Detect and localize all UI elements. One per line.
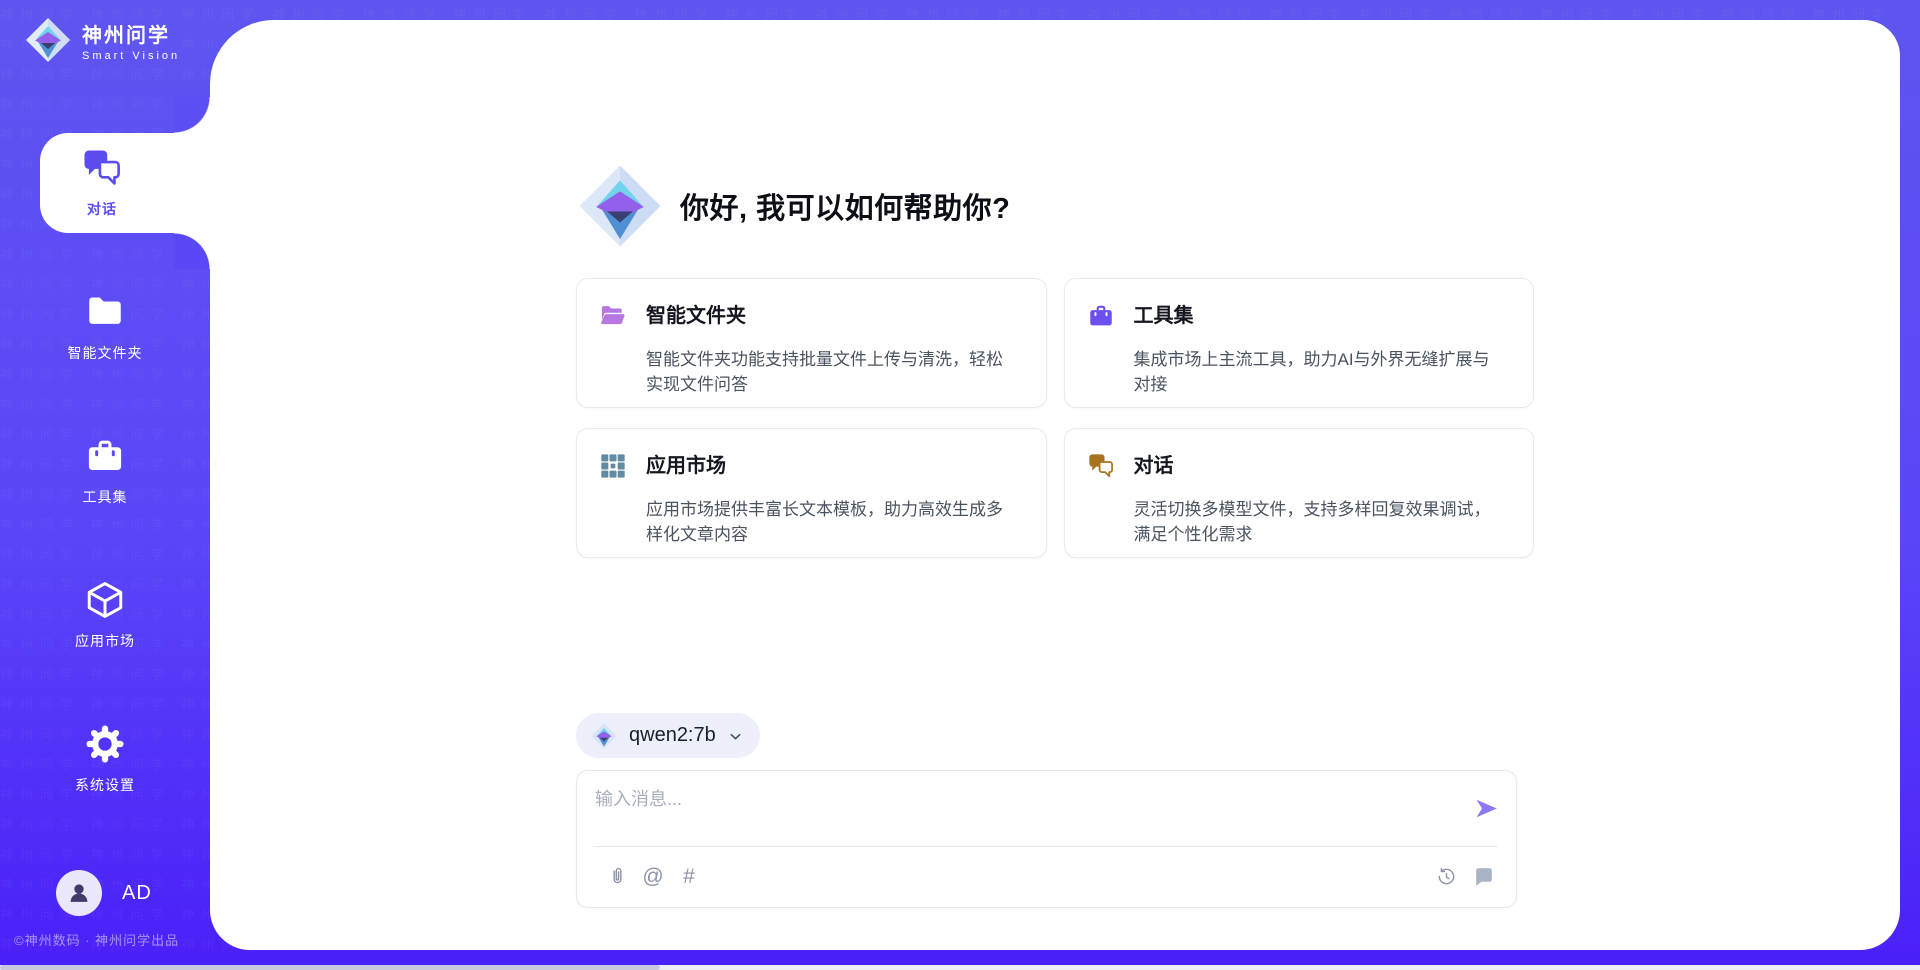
card-title: 智能文件夹 <box>646 303 1024 340</box>
feature-cards: 智能文件夹 智能文件夹功能支持批量文件上传与清洗，轻松实现文件问答 工具集 集成… <box>576 278 1534 558</box>
user-name: AD <box>122 882 152 905</box>
sidebar-item-label: 系统设置 <box>75 775 135 795</box>
brand-subtitle: Smart Vision <box>82 50 180 62</box>
card-app-market[interactable]: 应用市场 应用市场提供丰富长文本模板，助力高效生成多样化文章内容 <box>576 428 1047 558</box>
horizontal-scrollbar-thumb[interactable] <box>0 965 660 970</box>
mention-icon: @ <box>642 866 663 887</box>
sidebar-item-toolset[interactable]: 工具集 <box>0 421 210 521</box>
card-title: 应用市场 <box>646 453 1024 490</box>
user-account-button[interactable]: AD <box>56 870 152 916</box>
chat-bubbles-icon <box>1087 452 1115 480</box>
history-icon <box>1436 866 1457 887</box>
sidebar-item-chat[interactable]: 对话 <box>40 133 210 233</box>
chat-bubbles-icon <box>81 147 123 189</box>
greeting-block: 你好, 我可以如何帮助你? <box>576 162 1534 250</box>
brand-diamond-icon <box>576 162 664 250</box>
sidebar: 神州问学 Smart Vision 对话 智能文件夹 <box>0 0 210 970</box>
card-chat[interactable]: 对话 灵活切换多模型文件，支持多样回复效果调试，满足个性化需求 <box>1064 428 1535 558</box>
folder-icon <box>84 291 126 333</box>
sidebar-item-app-market[interactable]: 应用市场 <box>0 565 210 665</box>
quick-phrase-icon <box>1472 865 1496 889</box>
avatar <box>56 870 102 916</box>
send-button[interactable] <box>1473 795 1500 822</box>
cube-icon <box>84 579 126 621</box>
message-input[interactable] <box>595 785 1435 837</box>
horizontal-scrollbar <box>0 965 1920 970</box>
brand-diamond-icon <box>24 16 72 64</box>
quick-phrase-button[interactable] <box>1472 865 1496 889</box>
card-description: 智能文件夹功能支持批量文件上传与清洗，轻松实现文件问答 <box>646 347 1024 407</box>
briefcase-icon <box>84 435 126 477</box>
history-button[interactable] <box>1434 865 1458 889</box>
card-toolset[interactable]: 工具集 集成市场上主流工具，助力AI与外界无缝扩展与对接 <box>1064 278 1535 408</box>
greeting-title: 你好, 我可以如何帮助你? <box>680 185 1010 227</box>
card-description: 应用市场提供丰富长文本模板，助力高效生成多样化文章内容 <box>646 497 1024 557</box>
grid-cube-icon <box>599 452 627 480</box>
folder-open-icon <box>599 302 627 330</box>
hash-icon: # <box>683 866 695 887</box>
attachment-button[interactable] <box>605 865 629 889</box>
mention-button[interactable]: @ <box>641 865 665 889</box>
sidebar-item-label: 智能文件夹 <box>68 343 143 363</box>
send-icon <box>1473 795 1500 822</box>
brand-name: 神州问学 <box>82 19 180 48</box>
model-name: qwen2:7b <box>629 724 716 747</box>
sidebar-item-label: 对话 <box>87 199 117 219</box>
message-composer: @ # <box>576 770 1517 908</box>
chevron-down-icon <box>727 726 744 745</box>
person-icon <box>65 879 93 907</box>
sidebar-item-system-settings[interactable]: 系统设置 <box>0 709 210 809</box>
card-smart-folder[interactable]: 智能文件夹 智能文件夹功能支持批量文件上传与清洗，轻松实现文件问答 <box>576 278 1047 408</box>
card-description: 灵活切换多模型文件，支持多样回复效果调试，满足个性化需求 <box>1134 497 1512 557</box>
copyright-text: ©神州数码 · 神州问学出品 <box>14 930 179 949</box>
brand-diamond-icon <box>590 722 618 750</box>
sidebar-item-smart-folder[interactable]: 智能文件夹 <box>0 277 210 377</box>
briefcase-icon <box>1087 302 1115 330</box>
hashtag-button[interactable]: # <box>677 865 701 889</box>
model-selector[interactable]: qwen2:7b <box>576 713 760 758</box>
main-panel: 你好, 我可以如何帮助你? 智能文件夹 智能文件夹功能支持批量文件上传与清洗，轻… <box>210 20 1900 950</box>
gear-icon <box>84 723 126 765</box>
composer-toolbar: @ # <box>577 846 1516 907</box>
sidebar-nav: 对话 智能文件夹 工具集 <box>0 133 210 853</box>
sidebar-item-label: 工具集 <box>83 487 128 507</box>
sidebar-item-label: 应用市场 <box>75 631 135 651</box>
card-title: 对话 <box>1134 453 1512 490</box>
brand-logo: 神州问学 Smart Vision <box>24 16 180 64</box>
card-title: 工具集 <box>1134 303 1512 340</box>
paperclip-icon <box>607 866 628 887</box>
card-description: 集成市场上主流工具，助力AI与外界无缝扩展与对接 <box>1134 347 1512 407</box>
